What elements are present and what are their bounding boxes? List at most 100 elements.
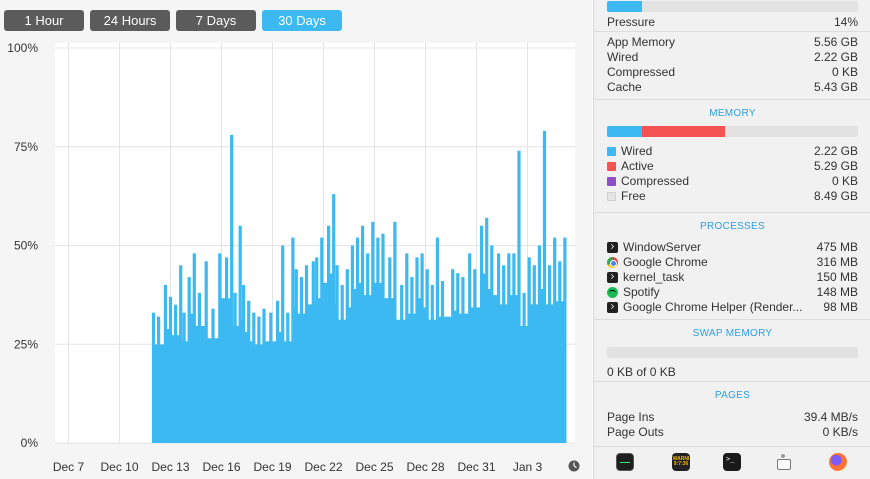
chart-bar-fill	[372, 282, 378, 443]
x-tick-label: Dec 28	[406, 460, 444, 474]
chart-bar-fill	[231, 325, 236, 443]
chart-bar-fill	[549, 304, 555, 443]
chart-bar-fill	[534, 304, 540, 443]
chart-bar-fill	[219, 298, 227, 443]
pages-row-out: Page Outs 0 KB/s	[607, 425, 858, 439]
process-row[interactable]: Google Chrome 316 MB	[594, 255, 870, 270]
memory-row-active: Active 5.29 GB	[594, 159, 870, 174]
chart-bar-fill	[170, 335, 176, 443]
chart-bar-fill	[235, 325, 241, 443]
chart-bar-fill	[406, 313, 412, 443]
y-tick-label: 25%	[14, 337, 38, 351]
memory-title: MEMORY	[709, 108, 756, 119]
terminal-icon	[607, 272, 618, 283]
pressure-bar	[607, 1, 858, 12]
chart-bar-fill	[199, 325, 207, 443]
compressed-swatch	[607, 177, 616, 186]
y-tick-label: 50%	[14, 239, 38, 253]
chart-bar-fill	[422, 307, 428, 443]
chart-bar-fill	[544, 304, 550, 443]
chart-bar-fill	[352, 288, 358, 443]
chart-bar-fill	[337, 319, 343, 443]
quick-launch-bar: WARNI 9:7:36	[594, 446, 870, 479]
process-row[interactable]: Google Chrome Helper (Render... 98 MB	[594, 300, 870, 315]
chart-bar-fill	[277, 332, 283, 443]
chart-bar-fill	[539, 288, 545, 443]
chart-bar-fill	[328, 273, 334, 443]
y-tick-label: 0%	[21, 436, 39, 450]
chart-bar-fill	[287, 341, 293, 443]
chart-bar-fill	[524, 325, 530, 443]
chart-bar-fill	[437, 316, 443, 443]
chart-bar-fill	[513, 295, 519, 443]
chart-bar-fill	[486, 288, 492, 443]
chart-bar-fill	[503, 304, 509, 443]
process-row[interactable]: kernel_task 150 MB	[594, 270, 870, 285]
chart-bar-fill	[189, 313, 195, 443]
chart-bar-fill	[184, 341, 190, 443]
x-tick-label: Dec 22	[304, 460, 342, 474]
process-row[interactable]: WindowServer 475 MB	[594, 240, 870, 255]
summary-row-app-memory: App Memory 5.56 GB	[607, 35, 858, 49]
terminal-app-icon[interactable]	[723, 453, 741, 471]
firefox-icon[interactable]	[829, 453, 847, 471]
chart-bar-fill	[158, 344, 166, 443]
chart-bar-fill	[442, 316, 453, 443]
memory-bar	[607, 126, 858, 137]
chart-bar-fill	[401, 319, 407, 443]
memory-stats-panel: Pressure 14% App Memory 5.56 GB Wired 2.…	[593, 0, 870, 479]
chart-bar-fill	[457, 313, 463, 443]
memory-row-compressed: Compressed 0 KB	[594, 174, 870, 189]
y-tick-label: 75%	[14, 140, 38, 154]
chart-bar-fill	[282, 341, 288, 443]
memory-history-chart: 100%75%50%25%0% Dec 7 Dec 10 Dec 13 Dec 16 D…	[7, 41, 580, 474]
x-tick-label: Jan 3	[513, 460, 543, 474]
chart-bar-fill	[498, 304, 504, 443]
memory-bar-active	[641, 126, 726, 137]
y-axis-ticks: 100% 75% 50% 25% 0%	[7, 41, 38, 450]
terminal-icon	[607, 302, 618, 313]
chart-bar-fill	[394, 319, 402, 443]
x-tick-label: Dec 19	[253, 460, 291, 474]
chart-bar-fill	[313, 301, 317, 443]
free-swatch	[607, 192, 616, 201]
chart-bar-fill	[194, 325, 200, 443]
chart-bar-fill	[306, 304, 314, 443]
chart-bar-fill	[559, 301, 565, 443]
swap-row: 0 KB of 0 KB	[594, 365, 870, 380]
y-tick-label: 100%	[7, 41, 38, 55]
pressure-section: Pressure 14%	[594, 0, 870, 30]
chart-bar-fill	[226, 298, 232, 443]
x-tick-label: Dec 10	[100, 460, 138, 474]
pressure-row: Pressure 14%	[594, 14, 870, 30]
chart-bar-fill	[253, 344, 259, 443]
memory-row-free: Free 8.49 GB	[594, 189, 870, 204]
chrome-icon	[607, 257, 618, 268]
chart-bar-fill	[301, 313, 307, 443]
chart-bar-fill	[367, 295, 373, 443]
activity-monitor-icon[interactable]	[616, 453, 634, 471]
chart-bar-fill	[292, 307, 297, 443]
x-tick-label: Dec 16	[202, 460, 240, 474]
chart-bar-fill	[296, 313, 302, 443]
swap-text: 0 KB of 0 KB	[607, 365, 676, 379]
chart-bar-fill	[213, 338, 220, 443]
chart-bar-fill	[333, 304, 338, 443]
memory-row-wired: Wired 2.22 GB	[594, 144, 870, 159]
chart-bar-fill	[411, 313, 417, 443]
disk-utility-icon[interactable]	[774, 453, 792, 471]
pages-row-in: Page Ins 39.4 MB/s	[607, 410, 858, 424]
chart-bar-fill	[417, 298, 423, 443]
process-row[interactable]: Spotify 148 MB	[594, 285, 870, 300]
chart-bar-fill	[206, 338, 213, 443]
chart-bar-fill	[462, 313, 470, 443]
clock-icon[interactable]	[568, 460, 580, 472]
swap-title: SWAP MEMORY	[692, 328, 773, 339]
chart-bar-fill	[258, 344, 264, 443]
chart-bar-fill	[389, 298, 395, 443]
summary-row-cache: Cache 5.43 GB	[607, 80, 858, 94]
chart-bar-fill	[529, 304, 535, 443]
chart-bar-fill	[554, 301, 560, 443]
chart-bar-fill	[175, 335, 181, 443]
console-icon[interactable]: WARNI 9:7:36	[672, 453, 690, 471]
